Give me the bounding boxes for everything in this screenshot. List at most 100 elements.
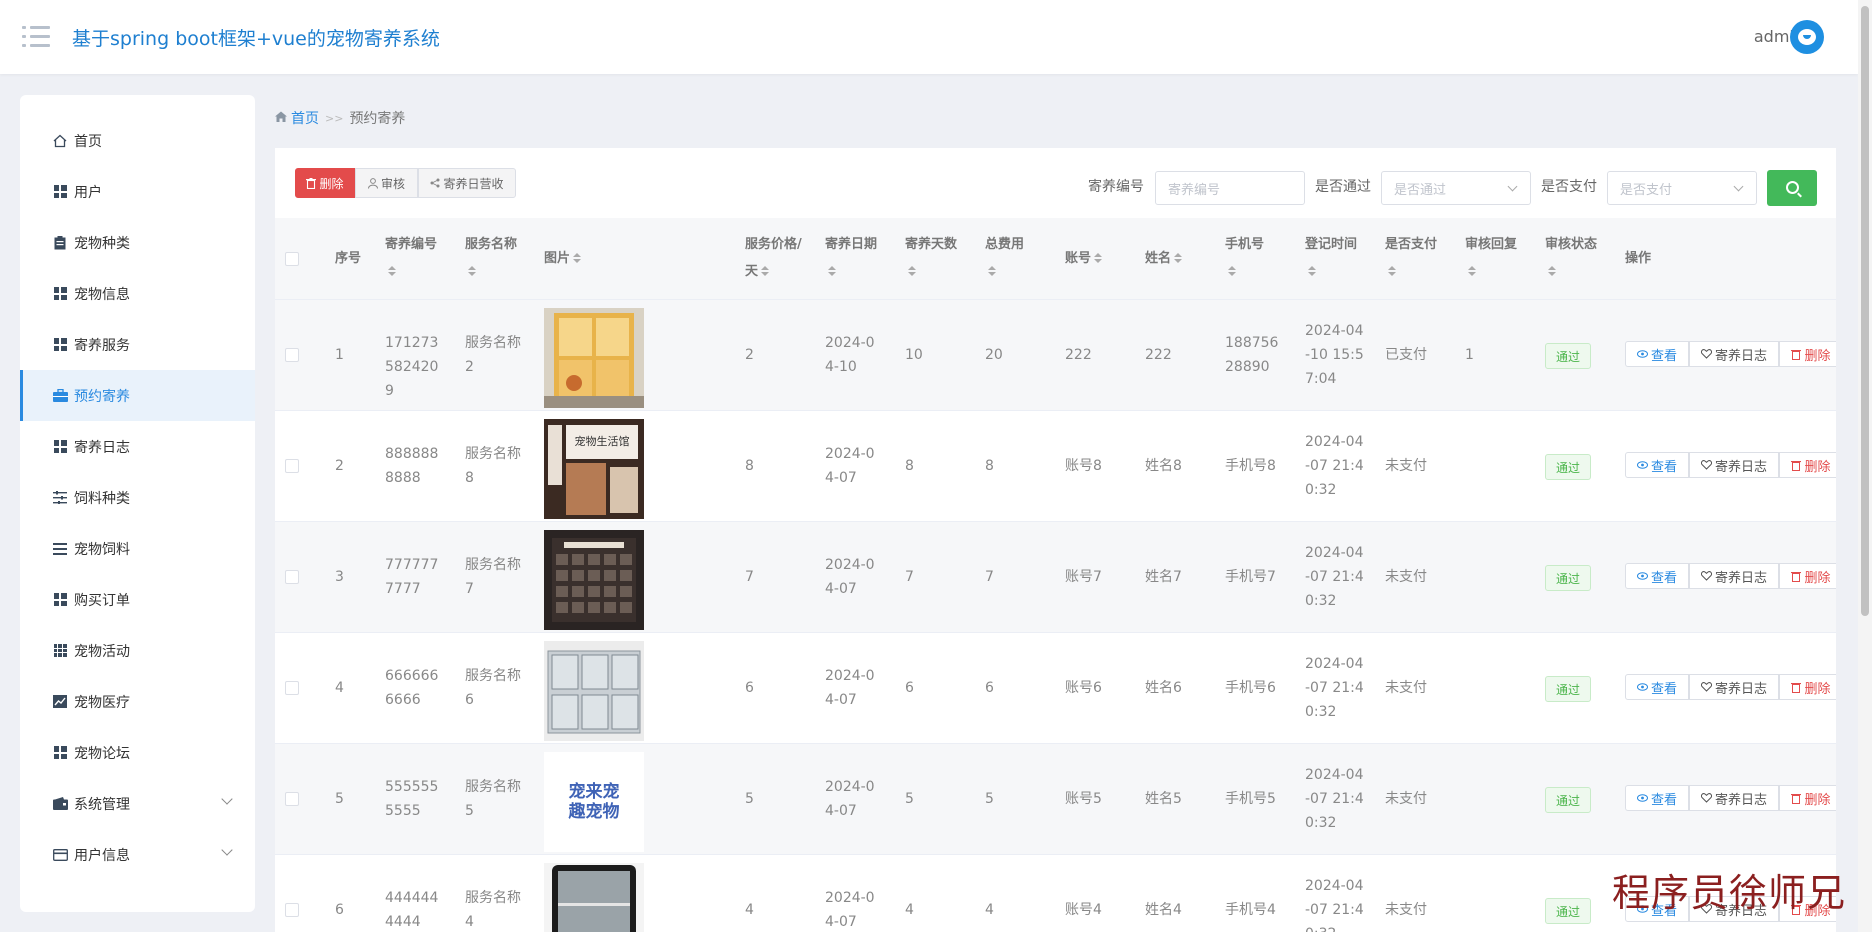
page-scrollbar[interactable] [1858,0,1872,932]
sort-icon[interactable] [761,266,770,277]
sort-icon[interactable] [573,253,582,264]
table-row[interactable]: 6 4444444444 服务名称4 4 2024-04-07 4 4 账号4 … [275,855,1836,932]
search-button[interactable] [1767,170,1817,206]
col-reg-time[interactable]: 登记时间 [1305,231,1365,285]
sidebar-item-users[interactable]: 用户 [20,166,255,217]
boarding-log-button-label: 寄养日志 [1714,792,1767,808]
boarding-log-button[interactable]: 寄养日志 [1689,563,1779,589]
sort-icon[interactable] [1174,253,1183,264]
table-row[interactable]: 4 6666666666 服务名称6 6 2024-04-07 6 6 账号6 … [275,633,1836,744]
view-button[interactable]: 查看 [1625,674,1689,700]
table-row[interactable]: 1 1712735824209 服务名称2 2 2024-04-10 10 20… [275,300,1836,411]
sidebar-item-home[interactable]: 首页 [20,115,255,166]
sidebar-item-user-info[interactable]: 用户信息 [20,829,255,880]
sort-icon[interactable] [1228,266,1236,277]
sidebar-item-orders[interactable]: 购买订单 [20,574,255,625]
cell-days: 7 [905,569,914,585]
menu-toggle-icon[interactable] [22,26,50,48]
col-paid[interactable]: 是否支付 [1385,231,1445,285]
row-checkbox[interactable] [285,348,299,362]
sort-icon[interactable] [1094,253,1103,264]
row-delete-button[interactable]: 删除 [1779,785,1836,811]
delete-button[interactable]: 删除 [295,168,355,198]
pet-image[interactable] [544,308,644,408]
boarding-log-button-label: 寄养日志 [1714,570,1767,586]
boarding-log-button[interactable]: 寄养日志 [1689,341,1779,367]
row-delete-button[interactable]: 删除 [1779,674,1836,700]
sort-icon[interactable] [1548,266,1556,277]
col-image[interactable]: 图片 [544,245,582,272]
pet-image[interactable]: 宠来宠趣宠物 [544,752,644,852]
audit-button[interactable]: 审核 [355,168,418,198]
sidebar-item-boarding-service[interactable]: 寄养服务 [20,319,255,370]
breadcrumb-home-link[interactable]: 首页 [291,108,319,128]
boarding-log-button[interactable]: 寄养日志 [1689,785,1779,811]
sort-icon[interactable] [828,266,836,277]
boarding-log-button[interactable]: 寄养日志 [1689,674,1779,700]
col-phone[interactable]: 手机号 [1225,231,1285,285]
grid-icon [52,337,68,353]
cell-index: 1 [335,347,344,363]
sidebar-item-pet-forum[interactable]: 宠物论坛 [20,727,255,778]
col-date[interactable]: 寄养日期 [825,231,885,285]
col-account[interactable]: 账号 [1065,245,1103,272]
row-delete-button-label: 删除 [1804,792,1831,808]
sidebar-item-system-management[interactable]: 系统管理 [20,778,255,829]
sidebar-item-boarding-log[interactable]: 寄养日志 [20,421,255,472]
row-checkbox[interactable] [285,681,299,695]
table-row[interactable]: 2 8888888888 服务名称8 宠物生活馆 8 2024-04-07 8 … [275,411,1836,522]
row-delete-button[interactable]: 删除 [1779,452,1836,478]
sort-icon[interactable] [1308,266,1316,277]
col-booking-no[interactable]: 寄养编号 [385,231,445,285]
boarding-log-button[interactable]: 寄养日志 [1689,452,1779,478]
table-row[interactable]: 3 7777777777 服务名称7 7 2024-04-07 7 7 账号7 … [275,522,1836,633]
row-delete-button[interactable]: 删除 [1779,341,1836,367]
sidebar-item-booking[interactable]: 预约寄养 [20,370,255,421]
pet-image[interactable]: 宠物生活馆 [544,419,644,519]
daily-revenue-button[interactable]: 寄养日营收 [418,168,516,198]
col-service-name[interactable]: 服务名称 [465,231,525,285]
row-delete-button[interactable]: 删除 [1779,563,1836,589]
view-button[interactable]: 查看 [1625,452,1689,478]
cell-service-name: 服务名称5 [465,779,521,819]
cell-total: 5 [985,791,994,807]
pet-image[interactable] [544,530,644,630]
row-checkbox[interactable] [285,459,299,473]
sort-icon[interactable] [468,266,476,277]
sidebar-item-pet-types[interactable]: 宠物种类 [20,217,255,268]
view-button[interactable]: 查看 [1625,563,1689,589]
sidebar-item-pet-medical[interactable]: 宠物医疗 [20,676,255,727]
scrollbar-thumb[interactable] [1861,6,1869,616]
pet-image[interactable] [544,641,644,741]
booking-no-filter-label: 寄养编号 [1088,179,1144,195]
row-checkbox[interactable] [285,903,299,917]
booking-no-input[interactable]: 寄养编号 [1155,171,1305,205]
sort-icon[interactable] [988,266,996,277]
select-all-checkbox[interactable] [285,252,299,266]
chevron-down-icon [221,844,233,856]
sort-icon[interactable] [908,266,916,277]
sort-icon[interactable] [1388,266,1396,277]
col-name[interactable]: 姓名 [1145,245,1183,272]
col-total[interactable]: 总费用 [985,231,1045,285]
row-checkbox[interactable] [285,792,299,806]
col-status[interactable]: 审核状态 [1545,231,1605,285]
sidebar-item-pet-activities[interactable]: 宠物活动 [20,625,255,676]
sort-icon[interactable] [388,266,396,277]
paid-select[interactable]: 是否支付 [1607,171,1757,205]
col-reply[interactable]: 审核回复 [1465,231,1525,285]
sort-icon[interactable] [1468,266,1476,277]
pet-image[interactable] [544,863,644,932]
col-price[interactable]: 服务价格/天 [745,231,805,285]
view-button[interactable]: 查看 [1625,341,1689,367]
avatar[interactable] [1790,20,1824,54]
sidebar-item-pet-feed[interactable]: 宠物饲料 [20,523,255,574]
delete-button-label: 删除 [319,176,344,191]
col-days[interactable]: 寄养天数 [905,231,965,285]
sidebar-item-pet-info[interactable]: 宠物信息 [20,268,255,319]
passed-select[interactable]: 是否通过 [1381,171,1531,205]
view-button[interactable]: 查看 [1625,785,1689,811]
sidebar-item-feed-types[interactable]: 饲料种类 [20,472,255,523]
table-row[interactable]: 5 5555555555 服务名称5 宠来宠趣宠物 5 2024-04-07 5… [275,744,1836,855]
row-checkbox[interactable] [285,570,299,584]
